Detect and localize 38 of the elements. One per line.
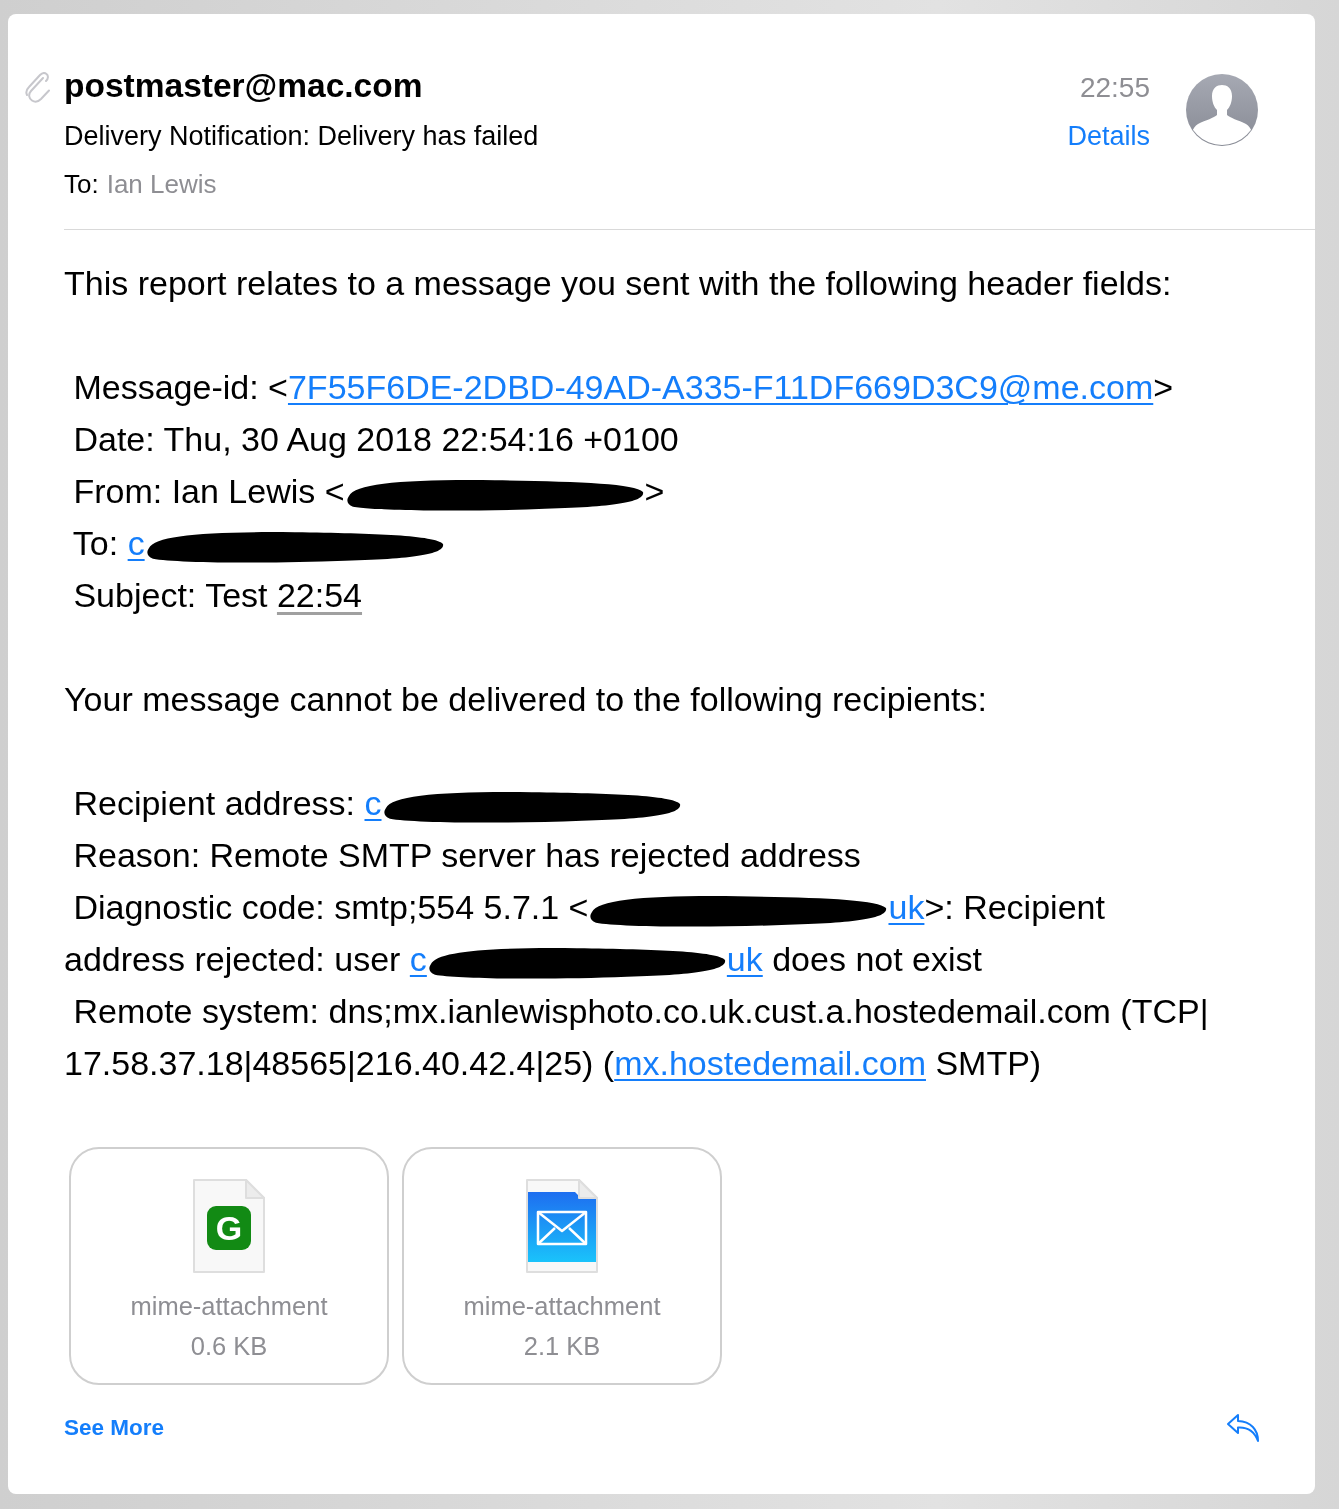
see-more-link[interactable]: See More bbox=[64, 1414, 165, 1442]
time-link[interactable]: 22:54 bbox=[276, 576, 363, 614]
body-text: To: c bbox=[64, 517, 1315, 569]
body-text: Recipient address: c bbox=[64, 777, 1315, 829]
body-link[interactable]: c bbox=[127, 524, 145, 562]
body-text: From: Ian Lewis < > bbox=[64, 465, 1315, 517]
attachment-card[interactable]: G mime-attachment 0.6 KB bbox=[69, 1147, 389, 1385]
body-link[interactable]: mx.hostedemail.com bbox=[614, 1044, 926, 1082]
reply-icon[interactable] bbox=[1226, 1413, 1260, 1443]
details-link[interactable]: Details bbox=[1067, 121, 1150, 151]
body-text: This report relates to a message you sent with the following header fields: bbox=[64, 263, 1173, 304]
body-text: Message-id: <7F55F6DE-2DBD-49AD-A335-F11DF669D3C9@me.com> bbox=[72, 367, 1175, 408]
attachment-size: 2.1 KB bbox=[523, 1331, 601, 1361]
body-text: Reason: Remote SMTP server has rejected address bbox=[72, 835, 862, 876]
attachment-name: mime-attachment bbox=[130, 1291, 328, 1321]
body-link[interactable]: c bbox=[409, 940, 427, 978]
avatar-icon bbox=[1186, 74, 1258, 146]
attachment-card[interactable]: mime-attachment 2.1 KB bbox=[402, 1147, 722, 1385]
recipient-name[interactable]: Ian Lewis bbox=[106, 169, 217, 199]
body-link[interactable]: c bbox=[364, 784, 382, 822]
body-text: Remote system: dns;mx.ianlewisphoto.co.uk.cust.a.hostedemail.com (TCP| bbox=[72, 991, 1210, 1032]
subject-text: Delivery Notification: Delivery has failed bbox=[64, 121, 540, 151]
body-text: 17.58.37.18|48565|216.40.42.4|25) (mx.hostedemail.com SMTP) bbox=[64, 1043, 1043, 1084]
mail-file-icon bbox=[525, 1178, 599, 1274]
body-text: Subject: Test 22:54 bbox=[72, 575, 364, 616]
sender-address: postmaster@mac.com bbox=[64, 66, 424, 106]
body-link[interactable]: uk bbox=[888, 888, 925, 926]
time-text: 22:55 bbox=[1078, 73, 1150, 103]
body-text: address rejected: user c uk does not exist bbox=[64, 933, 1315, 985]
body-text: Date: Thu, 30 Aug 2018 22:54:16 +0100 bbox=[72, 419, 680, 460]
body-link[interactable]: 7F55F6DE-2DBD-49AD-A335-F11DF669D3C9@me.com bbox=[287, 368, 1154, 406]
body-link[interactable]: uk bbox=[726, 940, 763, 978]
to-label: To: bbox=[64, 169, 99, 199]
attachment-size: 0.6 KB bbox=[190, 1331, 268, 1361]
body-text: Diagnostic code: smtp;554 5.7.1 < uk>: Recipient bbox=[64, 881, 1315, 933]
attachment-name: mime-attachment bbox=[463, 1291, 661, 1321]
app-badge: G bbox=[207, 1206, 251, 1250]
body-text: Your message cannot be delivered to the following recipients: bbox=[64, 679, 988, 720]
